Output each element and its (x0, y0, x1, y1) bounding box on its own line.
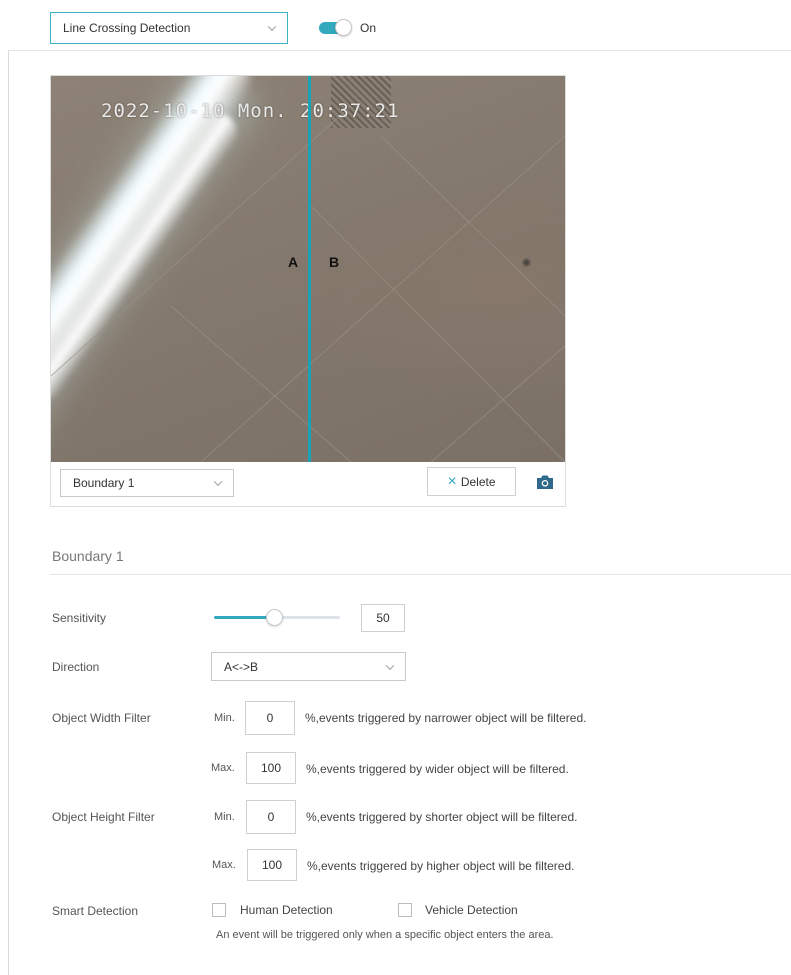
delete-label: Delete (460, 474, 496, 489)
sensitivity-label: Sensitivity (52, 611, 107, 625)
width-min-description: %,events triggered by narrower object wi… (305, 711, 587, 725)
width-filter-label: Object Width Filter (52, 711, 151, 725)
height-filter-label: Object Height Filter (52, 810, 155, 824)
smart-detection-hint: An event will be triggered only when a s… (216, 929, 554, 941)
smart-detection-label: Smart Detection (52, 904, 139, 918)
direction-label: Direction (52, 660, 100, 674)
human-detection-checkbox[interactable] (212, 903, 226, 917)
height-min-input[interactable]: 0 (246, 800, 296, 834)
sensitivity-input[interactable]: 50 (361, 604, 405, 632)
height-max-label: Max. (212, 859, 236, 871)
width-max-input[interactable]: 100 (246, 752, 296, 784)
delete-button[interactable]: × Delete (427, 467, 516, 496)
direction-select[interactable]: A<->B (211, 652, 406, 681)
width-max-label: Max. (211, 762, 235, 774)
close-icon: × (447, 472, 457, 490)
direction-value: A<->B (224, 659, 259, 674)
video-timestamp: 2022-10-10 Mon. 20:37:21 (101, 100, 400, 122)
chevron-down-icon (267, 22, 277, 32)
detection-type-value: Line Crossing Detection (63, 21, 191, 35)
height-min-label: Min. (214, 811, 235, 823)
height-min-description: %,events triggered by shorter object wil… (306, 810, 578, 824)
point-b-label: B (329, 254, 340, 270)
human-detection-label[interactable]: Human Detection (240, 903, 333, 917)
height-max-description: %,events triggered by higher object will… (307, 859, 575, 873)
height-max-input[interactable]: 100 (247, 849, 297, 881)
toggle-state-label: On (360, 21, 377, 35)
camera-icon[interactable] (536, 474, 554, 490)
video-preview[interactable]: 2022-10-10 Mon. 20:37:21 A B (51, 76, 565, 462)
detection-type-select[interactable]: Line Crossing Detection (50, 12, 288, 44)
boundary-select-value: Boundary 1 (73, 476, 135, 490)
sensitivity-slider-track[interactable] (276, 616, 340, 619)
boundary-select[interactable]: Boundary 1 (60, 469, 234, 497)
toggle-knob[interactable] (335, 19, 352, 36)
section-divider (50, 574, 791, 575)
width-max-description: %,events triggered by wider object will … (306, 762, 569, 776)
chevron-down-icon (385, 661, 395, 670)
chevron-down-icon (213, 477, 223, 487)
vehicle-detection-checkbox[interactable] (398, 903, 412, 917)
width-min-label: Min. (214, 712, 235, 724)
ceiling-spot (523, 259, 530, 266)
point-a-label: A (288, 254, 299, 270)
sensitivity-slider-handle[interactable] (266, 609, 283, 626)
boundary-line[interactable] (308, 76, 311, 462)
section-title: Boundary 1 (52, 548, 124, 564)
width-min-input[interactable]: 0 (245, 701, 295, 735)
vehicle-detection-label[interactable]: Vehicle Detection (425, 903, 518, 917)
